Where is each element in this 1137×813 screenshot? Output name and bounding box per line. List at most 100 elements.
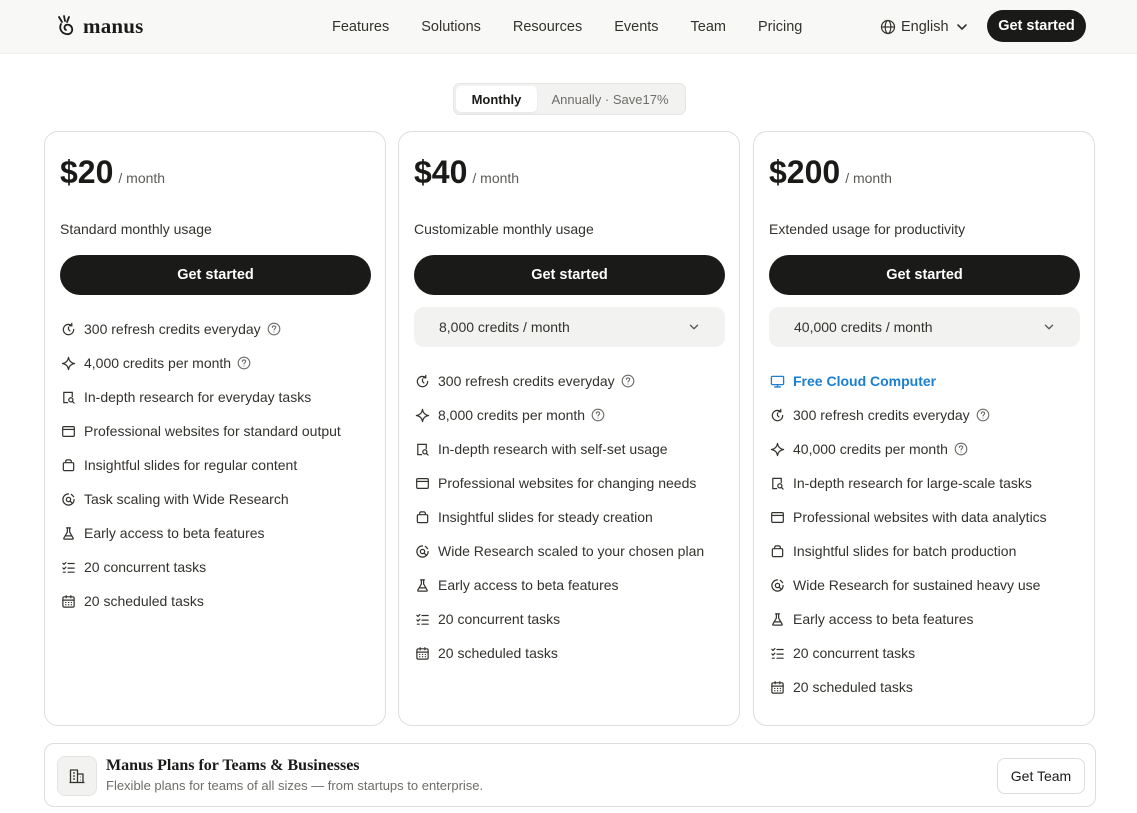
research-icon bbox=[770, 476, 785, 491]
checklist-icon bbox=[61, 560, 76, 575]
sparkle-icon bbox=[770, 442, 785, 457]
feature-item: 20 scheduled tasks bbox=[414, 636, 734, 670]
checklist-icon bbox=[415, 612, 430, 627]
feature-list: Free Cloud Computer 300 refresh credits … bbox=[769, 364, 1089, 704]
feature-item: Wide Research for sustained heavy use bbox=[769, 568, 1089, 602]
get-started-button[interactable]: Get started bbox=[414, 255, 725, 295]
toggle-annually[interactable]: Annually · Save17% bbox=[537, 86, 683, 112]
brand-name: manus bbox=[83, 13, 144, 38]
feature-item: 300 refresh credits everyday bbox=[769, 398, 1089, 432]
help-icon[interactable] bbox=[976, 408, 990, 422]
chevron-down-icon bbox=[687, 320, 701, 334]
feature-item: 300 refresh credits everyday bbox=[414, 364, 734, 398]
brand-logo[interactable]: manus bbox=[55, 13, 144, 39]
browser-icon bbox=[61, 424, 76, 439]
monitor-icon bbox=[770, 374, 785, 389]
refresh-icon bbox=[61, 322, 76, 337]
credits-dropdown[interactable]: 40,000 credits / month bbox=[769, 307, 1080, 347]
top-header: manus Features Solutions Resources Event… bbox=[0, 0, 1137, 54]
feature-item: 20 concurrent tasks bbox=[769, 636, 1089, 670]
feature-item: 8,000 credits per month bbox=[414, 398, 734, 432]
feature-item: Task scaling with Wide Research bbox=[60, 482, 380, 516]
feature-item: Professional websites with data analytic… bbox=[769, 500, 1089, 534]
nav-solutions[interactable]: Solutions bbox=[405, 19, 497, 35]
calendar-icon bbox=[61, 594, 76, 609]
credits-dropdown-value: 8,000 credits / month bbox=[439, 319, 570, 335]
help-icon[interactable] bbox=[267, 322, 281, 336]
teams-title: Manus Plans for Teams & Businesses bbox=[106, 757, 360, 774]
calendar-icon bbox=[415, 646, 430, 661]
plan-description: Customizable monthly usage bbox=[414, 221, 594, 237]
feature-item: Early access to beta features bbox=[60, 516, 380, 550]
nav-features[interactable]: Features bbox=[316, 19, 405, 35]
flask-icon bbox=[415, 578, 430, 593]
feature-item: Professional websites for changing needs bbox=[414, 466, 734, 500]
feature-item: 40,000 credits per month bbox=[769, 432, 1089, 466]
main-nav: Features Solutions Resources Events Team… bbox=[316, 0, 818, 54]
language-label: English bbox=[901, 19, 949, 35]
nav-team[interactable]: Team bbox=[675, 19, 742, 35]
help-icon[interactable] bbox=[237, 356, 251, 370]
feature-item: 20 scheduled tasks bbox=[60, 584, 380, 618]
plan-price: $40 / month bbox=[414, 154, 519, 191]
feature-item: Insightful slides for batch production bbox=[769, 534, 1089, 568]
plan-price: $20 / month bbox=[60, 154, 165, 191]
feature-item: Early access to beta features bbox=[769, 602, 1089, 636]
browser-icon bbox=[415, 476, 430, 491]
price-period: / month bbox=[472, 170, 520, 186]
slides-icon bbox=[415, 510, 430, 525]
sparkle-icon bbox=[61, 356, 76, 371]
help-icon[interactable] bbox=[621, 374, 635, 388]
plan-card-20: $20 / month Standard monthly usage Get s… bbox=[44, 131, 386, 726]
plan-description: Extended usage for productivity bbox=[769, 221, 966, 237]
feature-item: Professional websites for standard outpu… bbox=[60, 414, 380, 448]
manus-logo-icon bbox=[58, 15, 74, 36]
help-icon[interactable] bbox=[954, 442, 968, 456]
feature-item: In-depth research with self-set usage bbox=[414, 432, 734, 466]
nav-resources[interactable]: Resources bbox=[497, 19, 598, 35]
credits-dropdown-value: 40,000 credits / month bbox=[794, 319, 933, 335]
teams-icon-box bbox=[57, 756, 97, 796]
header-get-started-button[interactable]: Get started bbox=[987, 10, 1086, 42]
price-period: / month bbox=[845, 170, 892, 186]
globe-icon bbox=[880, 19, 896, 35]
billing-toggle: Monthly Annually · Save17% bbox=[453, 83, 686, 115]
chevron-down-icon bbox=[956, 24, 967, 31]
get-started-button[interactable]: Get started bbox=[60, 255, 371, 295]
wide-research-icon bbox=[415, 544, 430, 559]
get-started-button[interactable]: Get started bbox=[769, 255, 1080, 295]
feature-item: 300 refresh credits everyday bbox=[60, 312, 380, 346]
calendar-icon bbox=[770, 680, 785, 695]
feature-item: 20 concurrent tasks bbox=[414, 602, 734, 636]
feature-item-cloud-computer[interactable]: Free Cloud Computer bbox=[769, 364, 1089, 398]
nav-pricing[interactable]: Pricing bbox=[742, 19, 818, 35]
research-icon bbox=[415, 442, 430, 457]
nav-events[interactable]: Events bbox=[598, 19, 674, 35]
refresh-icon bbox=[770, 408, 785, 423]
feature-item: 20 scheduled tasks bbox=[769, 670, 1089, 704]
plan-description: Standard monthly usage bbox=[60, 221, 212, 237]
feature-item: In-depth research for everyday tasks bbox=[60, 380, 380, 414]
feature-item: 4,000 credits per month bbox=[60, 346, 380, 380]
feature-item: Insightful slides for steady creation bbox=[414, 500, 734, 534]
sparkle-icon bbox=[415, 408, 430, 423]
language-selector[interactable]: English bbox=[880, 17, 970, 37]
teams-banner: Manus Plans for Teams & Businesses Flexi… bbox=[44, 743, 1096, 807]
flask-icon bbox=[61, 526, 76, 541]
price-amount: $20 bbox=[60, 154, 114, 190]
price-period: / month bbox=[118, 170, 166, 186]
plan-card-200: $200 / month Extended usage for producti… bbox=[753, 131, 1095, 726]
toggle-monthly[interactable]: Monthly bbox=[456, 86, 537, 112]
feature-item: Insightful slides for regular content bbox=[60, 448, 380, 482]
slides-icon bbox=[770, 544, 785, 559]
price-amount: $40 bbox=[414, 154, 468, 190]
credits-dropdown[interactable]: 8,000 credits / month bbox=[414, 307, 725, 347]
chevron-down-icon bbox=[1042, 320, 1056, 334]
plan-card-40: $40 / month Customizable monthly usage G… bbox=[398, 131, 740, 726]
help-icon[interactable] bbox=[591, 408, 605, 422]
plan-price: $200 / month bbox=[769, 154, 892, 191]
feature-item: Wide Research scaled to your chosen plan bbox=[414, 534, 734, 568]
flask-icon bbox=[770, 612, 785, 627]
get-team-button[interactable]: Get Team bbox=[997, 758, 1085, 794]
feature-list: 300 refresh credits everyday 8,000 credi… bbox=[414, 364, 734, 670]
